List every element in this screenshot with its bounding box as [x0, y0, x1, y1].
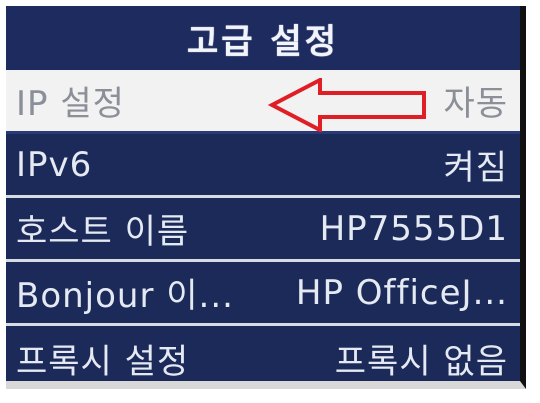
- menu-item-value: 프록시 없음: [334, 341, 508, 382]
- menu-item-value: HP OfficeJ...: [295, 272, 508, 313]
- menu-item-hostname[interactable]: 호스트 이름 HP7555D1: [6, 198, 520, 262]
- screen-title: 고급 설정: [187, 21, 339, 62]
- menu-item-value: 자동: [443, 84, 508, 124]
- menu-item-label: IP 설정: [16, 84, 125, 124]
- title-bar: 고급 설정: [6, 6, 520, 70]
- menu-item-label: Bonjour 이...: [16, 276, 234, 316]
- annotation-arrow-icon: [268, 78, 426, 132]
- settings-menu: IP 설정 자동 IPv6 켜짐 호스트 이름 HP7555D1 Bonjour…: [6, 70, 520, 382]
- menu-item-bonjour[interactable]: Bonjour 이... HP OfficeJ...: [6, 262, 520, 326]
- menu-item-label: IPv6: [16, 144, 93, 185]
- menu-item-value: HP7555D1: [319, 208, 508, 249]
- menu-item-ipv6[interactable]: IPv6 켜짐: [6, 134, 520, 198]
- menu-item-ip-settings[interactable]: IP 설정 자동: [6, 70, 520, 134]
- menu-item-label: 호스트 이름: [16, 212, 190, 252]
- menu-item-label: 프록시 설정: [16, 341, 190, 382]
- printer-display: 고급 설정 IP 설정 자동 IPv6 켜짐 호스트 이름 HP7555D1 B…: [6, 6, 526, 389]
- menu-item-value: 켜짐: [443, 148, 508, 188]
- menu-item-proxy-settings[interactable]: 프록시 설정 프록시 없음: [6, 326, 520, 382]
